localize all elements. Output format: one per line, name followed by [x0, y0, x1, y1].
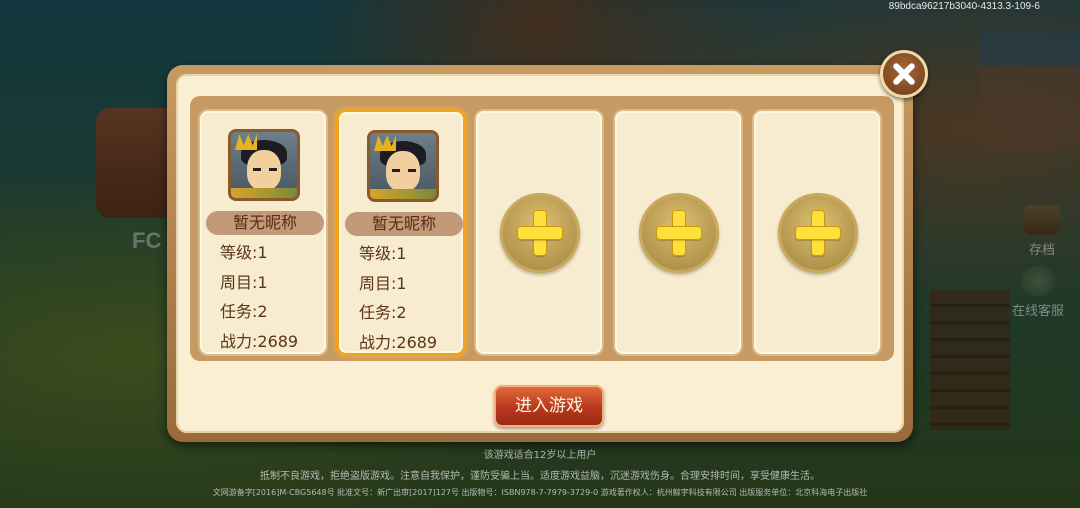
enter-game-button[interactable]: 进入游戏	[494, 385, 604, 427]
empty-slot-3[interactable]	[474, 109, 604, 356]
power-stat: 战力:2689	[220, 332, 299, 351]
character-slot-2[interactable]: 暂无昵称 等级:1 周目:1 任务:2 战力:2689	[336, 109, 466, 356]
nickname-label: 暂无昵称	[345, 212, 463, 236]
mission-stat: 任务:2	[220, 302, 268, 321]
character-slot-1[interactable]: 暂无昵称 等级:1 周目:1 任务:2 战力:2689	[198, 109, 328, 356]
license-info: 文网游备字[2016]M-CBG5648号 批准文号：新广出审[2017]127…	[212, 488, 868, 497]
age-notice: 该游戏适合12岁以上用户	[483, 450, 597, 461]
empty-slot-4[interactable]	[613, 109, 743, 356]
level-stat: 等级:1	[359, 244, 407, 263]
nickname-label: 暂无昵称	[206, 211, 324, 235]
empty-slot-5[interactable]	[752, 109, 882, 356]
hero-avatar	[367, 130, 439, 202]
dialog-panel: 暂无昵称 等级:1 周目:1 任务:2 战力:2689 暂无昵称 等级:1 周目…	[176, 74, 904, 433]
plus-icon[interactable]	[778, 193, 858, 273]
build-id: 89bdca96217b3040-4313.3-109-6	[888, 1, 1040, 12]
save-slot-dialog: 暂无昵称 等级:1 周目:1 任务:2 战力:2689 暂无昵称 等级:1 周目…	[167, 65, 913, 442]
plus-icon[interactable]	[639, 193, 719, 273]
close-icon[interactable]	[880, 50, 928, 98]
health-notice: 抵制不良游戏，拒绝盗版游戏。注意自我保护，谨防受骗上当。适度游戏益脑，沉迷游戏伤…	[260, 471, 820, 482]
plus-icon[interactable]	[500, 193, 580, 273]
round-stat: 周目:1	[220, 273, 268, 292]
mission-stat: 任务:2	[359, 303, 407, 322]
round-stat: 周目:1	[359, 274, 407, 293]
power-stat: 战力:2689	[359, 333, 438, 352]
level-stat: 等级:1	[220, 243, 268, 262]
hero-avatar	[228, 129, 300, 201]
